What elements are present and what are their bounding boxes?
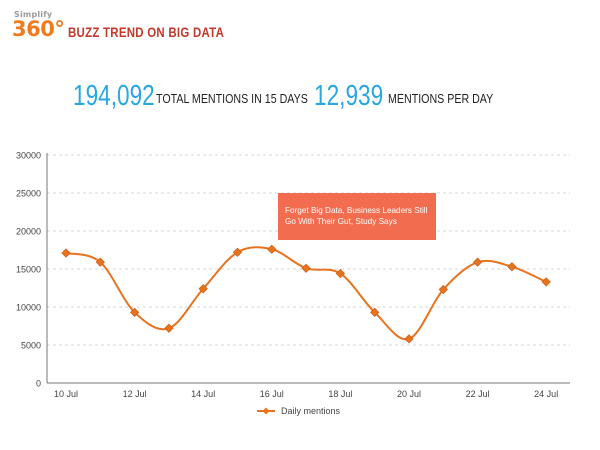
x-tick-label: 22 Jul: [466, 389, 490, 399]
x-tick-label: 20 Jul: [397, 389, 421, 399]
data-point-marker: [267, 244, 277, 254]
data-point-marker: [301, 263, 311, 273]
legend-label: Daily mentions: [281, 406, 341, 416]
data-point-marker: [164, 323, 174, 333]
y-tick-label: 30000: [16, 151, 41, 161]
data-point-marker: [507, 262, 517, 272]
y-tick-label: 25000: [16, 189, 41, 199]
y-tick-label: 10000: [16, 303, 41, 313]
x-tick-label: 16 Jul: [260, 389, 284, 399]
data-point-marker: [61, 248, 71, 258]
y-tick-label: 0: [36, 379, 41, 389]
data-point-marker: [472, 257, 483, 267]
annotation-text-line1: Forget Big Data, Business Leaders Still: [285, 206, 428, 215]
y-tick-label: 15000: [16, 265, 41, 275]
legend-marker: [262, 407, 270, 415]
line-chart: 0 5000 10000 15000 20000 25000 30000 10 Jul 12 J…: [16, 151, 570, 416]
x-tick-label: 10 Jul: [54, 389, 78, 399]
x-tick-label: 12 Jul: [123, 389, 147, 399]
data-point-marker: [404, 334, 414, 344]
x-tick-label: 18 Jul: [328, 389, 352, 399]
x-tick-label: 24 Jul: [534, 389, 558, 399]
y-tick-label: 20000: [16, 227, 41, 237]
y-tick-label: 5000: [21, 341, 41, 351]
annotation-text-line2: Go With Their Gut, Study Says: [285, 217, 397, 226]
data-point-marker: [541, 277, 551, 287]
x-tick-label: 14 Jul: [191, 389, 215, 399]
